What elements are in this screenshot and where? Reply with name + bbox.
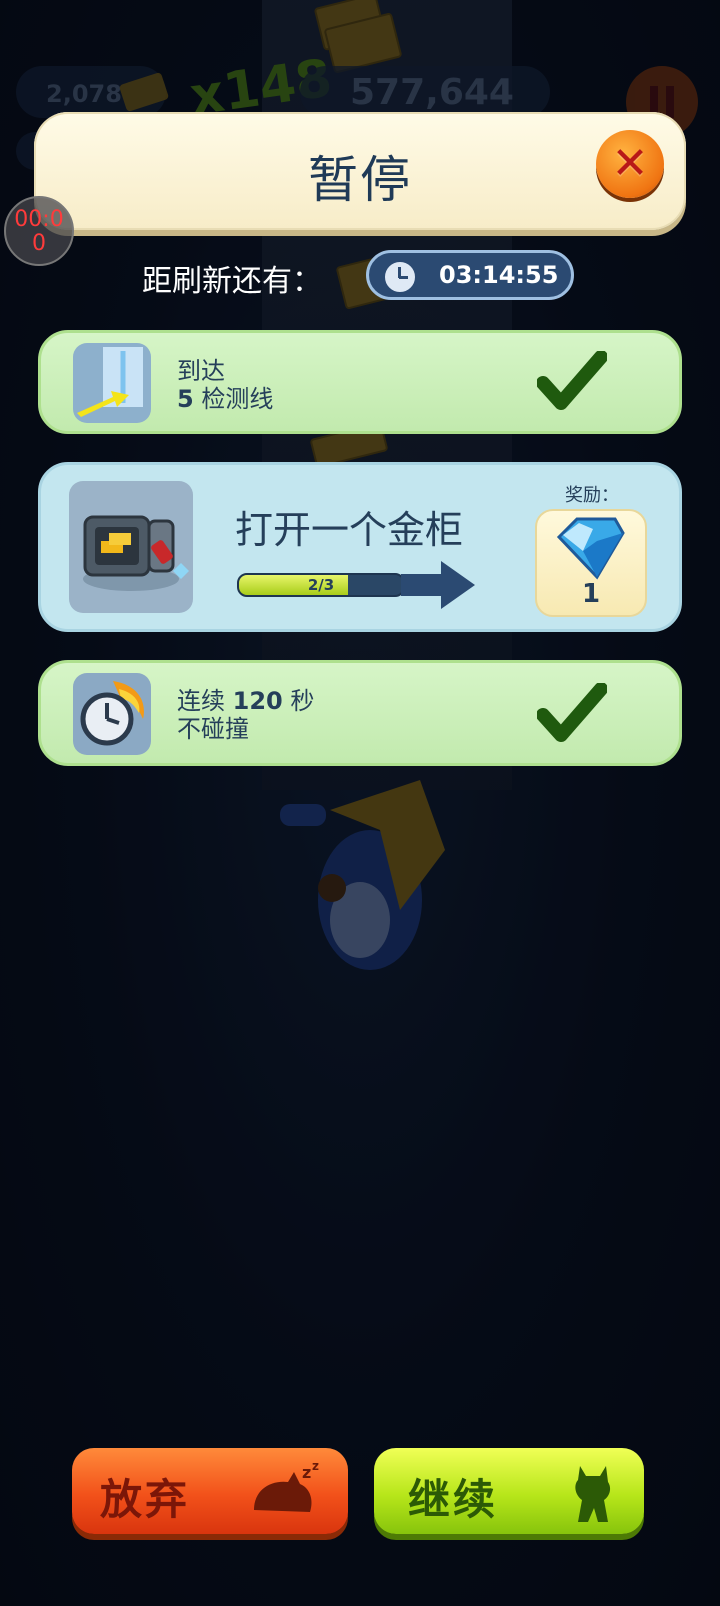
- refresh-label: 距刷新还有：: [142, 264, 322, 299]
- safe-icon: [69, 481, 193, 613]
- sleeping-cat-icon: z z: [254, 1459, 319, 1512]
- task-title: 打开一个金柜: [235, 508, 464, 552]
- continue-label: 继续: [408, 1475, 499, 1524]
- task-line2: 不碰撞: [177, 715, 249, 743]
- close-button[interactable]: ✕: [596, 130, 664, 198]
- page-title: 暂停: [308, 151, 412, 209]
- close-icon: ✕: [611, 138, 649, 189]
- flaming-clock-icon: [73, 673, 151, 755]
- continue-button[interactable]: 继续: [374, 1448, 644, 1534]
- checkmark-icon: [537, 351, 607, 410]
- task-description: 到达 5 检测线: [177, 357, 273, 413]
- task-line2: 5 检测线: [177, 385, 274, 413]
- svg-text:z: z: [312, 1459, 319, 1473]
- recording-timer[interactable]: 00:0 0: [4, 196, 74, 266]
- clock-icon: [383, 260, 417, 294]
- refresh-countdown: 03:14:55: [366, 250, 574, 300]
- quit-label: 放弃: [100, 1475, 191, 1524]
- task-card-checkpoint: 到达 5 检测线: [38, 330, 682, 434]
- progress-bar: 2/3: [237, 573, 405, 597]
- svg-text:z: z: [302, 1463, 311, 1482]
- task-card-no-collision: 连续 120 秒 不碰撞: [38, 660, 682, 766]
- refresh-time: 03:14:55: [439, 261, 559, 289]
- progress-label: 2/3: [307, 576, 335, 594]
- checkpoint-line-icon: [73, 343, 151, 423]
- task-line1: 到达: [177, 357, 225, 385]
- reward-label: 奖励：: [565, 485, 619, 506]
- cat-silhouette-icon: [575, 1466, 611, 1522]
- task-line1: 连续 120 秒: [177, 687, 315, 715]
- arrow-right-icon: [401, 561, 475, 609]
- reward-count: 1: [581, 579, 601, 609]
- task-card-open-safe: 打开一个金柜 2/3 奖励： 1: [38, 462, 682, 632]
- pause-title-banner: 暂停 ✕: [34, 112, 686, 230]
- task-description: 连续 120 秒 不碰撞: [177, 687, 314, 743]
- quit-button[interactable]: 放弃 z z: [72, 1448, 348, 1534]
- checkmark-icon: [537, 683, 607, 742]
- reward-box: 1: [535, 509, 647, 617]
- pause-overlay: [0, 0, 720, 1606]
